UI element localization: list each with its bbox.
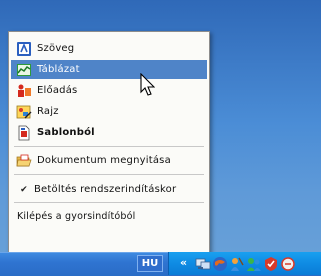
menu-separator [14, 146, 204, 147]
mouse-pointer-icon [140, 73, 155, 96]
menu-item-label: Sablonból [37, 127, 95, 138]
menu-item-label: Rajz [37, 106, 59, 117]
quickstarter-context-menu: Szöveg Táblázat Előadás Rajz Sablonból D… [8, 31, 210, 253]
checkmark-icon: ✔ [20, 184, 28, 195]
messenger-icon[interactable] [229, 256, 245, 272]
menu-item-label: Kilépés a gyorsindítóból [17, 211, 136, 222]
people-icon[interactable] [246, 256, 262, 272]
globe-icon[interactable] [212, 256, 228, 272]
menu-separator [14, 202, 204, 203]
menu-item-from-template[interactable]: Sablonból [11, 123, 207, 142]
menu-item-text-document[interactable]: Szöveg [11, 39, 207, 58]
menu-item-label: Szöveg [37, 43, 75, 54]
document-text-icon [16, 41, 32, 57]
menu-item-label: Dokumentum megnyitása [37, 155, 171, 166]
template-icon [16, 125, 32, 141]
menu-item-spreadsheet[interactable]: Táblázat [11, 60, 207, 79]
menu-item-drawing[interactable]: Rajz [11, 102, 207, 121]
spreadsheet-icon [16, 62, 32, 78]
menu-item-label: Előadás [37, 85, 78, 96]
folder-open-icon [16, 153, 32, 169]
menu-item-presentation[interactable]: Előadás [11, 81, 207, 100]
language-indicator[interactable]: HU [137, 255, 163, 272]
menu-item-exit-quickstarter[interactable]: Kilépés a gyorsindítóból [11, 207, 207, 226]
network-icon[interactable] [195, 256, 211, 272]
menu-item-label: Táblázat [37, 64, 80, 75]
tray-expand-chevron-icon[interactable]: « [180, 256, 192, 270]
app-tray-icon[interactable] [280, 256, 296, 272]
menu-item-open-document[interactable]: Dokumentum megnyitása [11, 151, 207, 170]
menu-item-label: Betöltés rendszerindításkor [34, 184, 177, 195]
menu-item-load-at-startup[interactable]: ✔ Betöltés rendszerindításkor [11, 180, 207, 199]
menu-separator [14, 174, 204, 175]
presentation-icon [16, 83, 32, 99]
security-icon[interactable] [263, 256, 279, 272]
drawing-icon [16, 104, 32, 120]
